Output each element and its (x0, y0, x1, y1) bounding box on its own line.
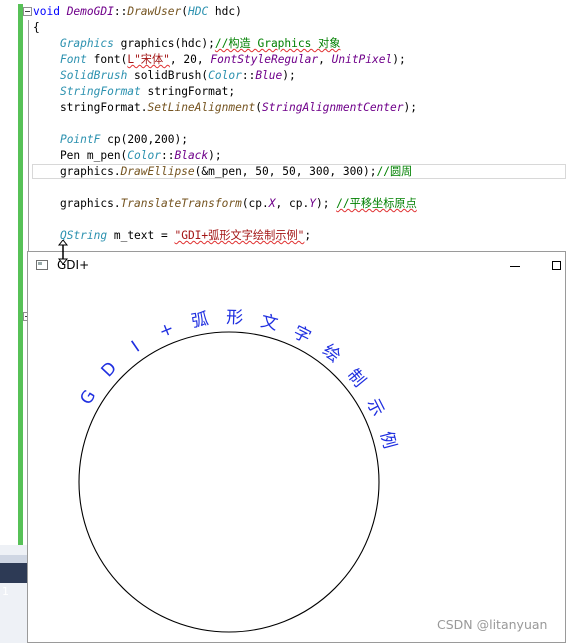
code-token: (&m_pen, 50, 50, 300, 300); (194, 165, 377, 178)
code-token: { (33, 21, 40, 34)
code-token: Blue (255, 69, 283, 82)
side-panel: 1 (0, 545, 27, 643)
code-token: FontStyleRegular (210, 53, 319, 66)
minimize-icon[interactable] (502, 256, 528, 276)
code-token: (cp. (241, 197, 269, 210)
arc-text-char: 字 (290, 322, 314, 347)
code-token: UnitPixel (331, 53, 393, 66)
code-token: stringFormat. (33, 101, 148, 114)
drawing-canvas: GDI + 弧形文字绘制示例 (76, 308, 399, 633)
code-token: SetLineAlignment (147, 101, 256, 114)
arc-text-char: 形 (226, 308, 244, 329)
editor-gutter (0, 0, 18, 545)
arc-text-char: 弧 (190, 309, 210, 332)
code-token: ); (403, 101, 417, 114)
side-panel-number: 1 (2, 585, 9, 598)
code-token: Black (174, 149, 209, 162)
arc-text-char: G (76, 387, 100, 409)
code-token: solidBrush( (127, 69, 209, 82)
code-line: SolidBrush solidBrush(Color::Blue); (33, 69, 296, 83)
code-line: graphics.DrawEllipse(&m_pen, 50, 50, 300… (33, 165, 412, 179)
code-line: Graphics graphics(hdc);//构造 Graphics 对象 (33, 37, 341, 51)
gdi-window[interactable]: GDI+ G D I + 弧形文字绘制示例 (27, 251, 566, 643)
code-line: PointF cp(200,200); (33, 133, 188, 147)
code-token: , 20, (169, 53, 211, 66)
code-token: L"宋体" (127, 53, 170, 66)
side-panel-row[interactable]: 1 (0, 563, 27, 598)
code-line: StringFormat stringFormat; (33, 85, 235, 99)
code-token: , (318, 53, 332, 66)
code-line: void DemoGDI::DrawUser(HDC hdc) (33, 5, 242, 19)
code-token: void (33, 5, 67, 18)
code-token: "GDI+弧形文字绘制示例" (174, 229, 305, 242)
arc-text-char: 例 (376, 429, 400, 451)
code-token: TranslateTransform (120, 197, 242, 210)
code-token: :: (241, 69, 256, 82)
code-token: //圆周 (376, 165, 413, 178)
watermark: CSDN @litanyuan (437, 617, 548, 632)
arc-text-char: D (98, 358, 122, 381)
code-token: DrawUser (127, 5, 182, 18)
code-line: QString m_text = "GDI+弧形文字绘制示例"; (33, 229, 311, 243)
code-token: SolidBrush (59, 69, 128, 82)
maximize-icon[interactable] (546, 256, 566, 276)
code-token: HDC (187, 5, 209, 18)
side-panel-tab[interactable] (0, 555, 27, 563)
code-token: Color (208, 69, 242, 82)
code-token: Font (59, 53, 87, 66)
change-indicator-bar (18, 4, 23, 545)
code-token: graphics. (33, 165, 121, 178)
code-token: StringFormat (59, 85, 141, 98)
code-token: //构造 Graphics 对象 (214, 37, 341, 50)
code-token: ); (392, 53, 406, 66)
code-line: stringFormat.SetLineAlignment(StringAlig… (33, 101, 417, 115)
window-app-icon[interactable] (36, 260, 48, 270)
fold-toggle-icon[interactable] (23, 7, 32, 16)
code-token: , cp. (275, 197, 310, 210)
code-token: ); (282, 69, 296, 82)
code-token: :: (113, 5, 128, 18)
code-token: StringAlignmentCenter (262, 101, 404, 114)
arc-text-char: 制 (343, 365, 369, 391)
arc-text-char: 文 (259, 311, 280, 335)
arc-text-char: + (156, 318, 177, 342)
code-line: graphics.TranslateTransform(cp.X, cp.Y);… (33, 197, 417, 211)
window-titlebar[interactable]: GDI+ (28, 252, 565, 280)
code-token: ; (304, 229, 312, 242)
code-token: Pen m_pen( (33, 149, 128, 162)
code-token: graphics. (33, 197, 121, 210)
code-token: ); (315, 197, 337, 210)
code-line: Pen m_pen(Color::Black); (33, 149, 222, 163)
code-token: ); (208, 149, 222, 162)
code-line: { (33, 21, 40, 35)
arc-text: GDI + 弧形文字绘制示例 (76, 308, 399, 451)
code-token: Color (127, 149, 161, 162)
code-token: DemoGDI (66, 5, 114, 18)
code-token: ( (181, 5, 188, 18)
code-token: stringFormat; (140, 85, 236, 98)
code-token: :: (160, 149, 175, 162)
code-token: DrawEllipse (120, 165, 195, 178)
code-token: font( (86, 53, 128, 66)
code-token: X (268, 197, 276, 210)
code-token: cp(200,200); (100, 133, 188, 146)
code-token: graphics(hdc); (113, 37, 215, 50)
code-token: hdc) (208, 5, 242, 18)
code-line: Font font(L"宋体", 20, FontStyleRegular, U… (33, 53, 406, 67)
resize-cursor-icon (57, 240, 69, 264)
code-token: PointF (59, 133, 101, 146)
arc-text-char: 示 (362, 395, 388, 419)
arc-text-char: 绘 (318, 341, 344, 367)
code-token: Y (309, 197, 316, 210)
circle-outline (78, 331, 380, 633)
arc-text-char: I (128, 337, 143, 356)
code-token: m_text = (107, 229, 175, 242)
code-token: Graphics (59, 37, 114, 50)
code-token: //平移坐标原点 (336, 197, 417, 210)
